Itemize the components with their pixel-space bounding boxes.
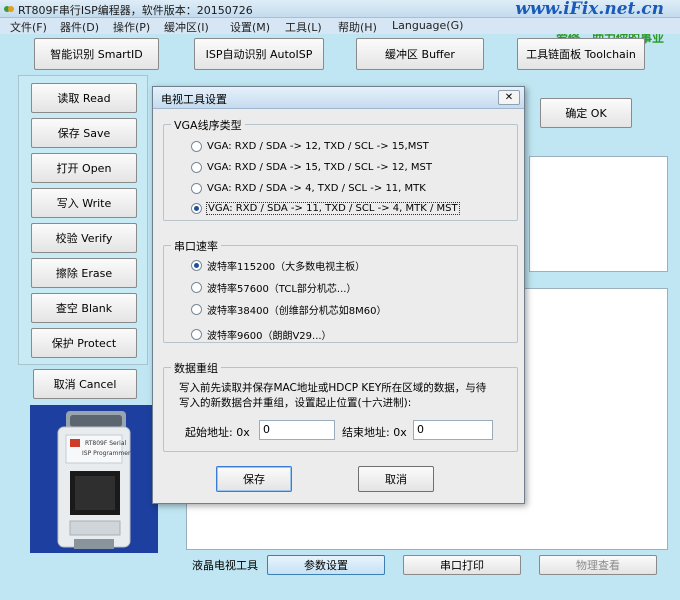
menu-buffer[interactable]: 缓冲区(I) (164, 19, 209, 35)
vga-option-4-label: VGA: RXD / SDA -> 11, TXD / SCL -> 4, MT… (206, 202, 460, 215)
cancel-operation-button[interactable]: 取消 Cancel (33, 369, 137, 399)
dialog-cancel-button[interactable]: 取消 (358, 466, 434, 492)
tab-parameter-settings[interactable]: 参数设置 (267, 555, 385, 575)
start-address-label: 起始地址: 0x (185, 426, 250, 439)
radio-icon[interactable] (191, 162, 202, 173)
data-description-line1: 写入前先读取并保存MAC地址或HDCP KEY所在区域的数据，与待 (179, 382, 487, 394)
write-button[interactable]: 写入 Write (31, 188, 137, 218)
vga-group-title: VGA线序类型 (171, 117, 245, 133)
info-output-box (529, 156, 668, 272)
dialog-titlebar: 电视工具设置 ✕ (153, 87, 524, 109)
radio-icon[interactable] (191, 183, 202, 194)
vga-option-2[interactable]: VGA: RXD / SDA -> 15, TXD / SCL -> 12, M… (191, 162, 432, 173)
autoisp-button[interactable]: ISP自动识别 AutoISP (194, 38, 324, 70)
menu-file[interactable]: 文件(F) (10, 19, 47, 35)
vga-option-2-label: VGA: RXD / SDA -> 15, TXD / SCL -> 12, M… (207, 162, 432, 173)
lcd-tv-tools-label: 液晶电视工具 (192, 559, 258, 572)
smartid-button[interactable]: 智能识别 SmartID (34, 38, 159, 70)
dialog-title: 电视工具设置 (161, 93, 227, 106)
menu-help[interactable]: 帮助(H) (338, 19, 377, 35)
read-button[interactable]: 读取 Read (31, 83, 137, 113)
baud-option-3-label: 波特率38400（创维部分机芯如8M60） (207, 306, 387, 317)
start-address-input[interactable]: 0 (259, 420, 335, 440)
dialog-close-icon[interactable]: ✕ (498, 90, 520, 105)
baud-option-9600[interactable]: 波特率9600（朗朗V29...） (191, 327, 332, 342)
menu-settings[interactable]: 设置(M) (230, 19, 270, 35)
end-address-input[interactable]: 0 (413, 420, 493, 440)
baud-option-115200[interactable]: 波特率115200（大多数电视主板） (191, 258, 365, 273)
buffer-button[interactable]: 缓冲区 Buffer (356, 38, 484, 70)
erase-button[interactable]: 擦除 Erase (31, 258, 137, 288)
vga-option-1[interactable]: VGA: RXD / SDA -> 12, TXD / SCL -> 15,MS… (191, 141, 429, 152)
radio-icon[interactable] (191, 282, 202, 293)
vga-option-4[interactable]: VGA: RXD / SDA -> 11, TXD / SCL -> 4, MT… (191, 202, 460, 215)
radio-icon[interactable] (191, 304, 202, 315)
menu-tools[interactable]: 工具(L) (285, 19, 322, 35)
protect-button[interactable]: 保护 Protect (31, 328, 137, 358)
radio-checked-icon[interactable] (191, 260, 202, 271)
device-label-model: ISP Programmer (82, 450, 131, 457)
menu-bar: 文件(F) 器件(D) 操作(P) 缓冲区(I) 设置(M) 工具(L) 帮助(… (0, 18, 680, 34)
watermark-url: www.iFix.net.cn (515, 0, 664, 19)
menu-operation[interactable]: 操作(P) (113, 19, 150, 35)
baud-option-57600[interactable]: 波特率57600（TCL部分机芯...） (191, 280, 356, 295)
data-description-line2: 写入的新数据合并重组，设置起止位置(十六进制): (179, 397, 412, 409)
app-icon (4, 6, 14, 12)
blank-check-button[interactable]: 查空 Blank (31, 293, 137, 323)
data-group-title: 数据重组 (171, 360, 221, 376)
open-button[interactable]: 打开 Open (31, 153, 137, 183)
programmer-photo: RT809F Serial ISP Programmer (30, 405, 158, 553)
radio-checked-icon[interactable] (191, 203, 202, 214)
vga-option-1-label: VGA: RXD / SDA -> 12, TXD / SCL -> 15,MS… (207, 141, 429, 152)
baud-option-38400[interactable]: 波特率38400（创维部分机芯如8M60） (191, 302, 387, 317)
programmer-device-image (30, 405, 158, 553)
radio-icon[interactable] (191, 141, 202, 152)
window-title: RT809F串行ISP编程器，软件版本：20150726 (18, 4, 253, 17)
verify-button[interactable]: 校验 Verify (31, 223, 137, 253)
save-button[interactable]: 保存 Save (31, 118, 137, 148)
menu-language[interactable]: Language(G) (392, 19, 463, 32)
device-label-brand: RT809F Serial (85, 440, 127, 447)
ok-button[interactable]: 确定 OK (540, 98, 632, 128)
baud-option-2-label: 波特率57600（TCL部分机芯...） (207, 284, 357, 295)
tab-physical-view[interactable]: 物理查看 (539, 555, 657, 575)
tv-tool-settings-dialog: 电视工具设置 ✕ VGA线序类型 VGA: RXD / SDA -> 12, T… (152, 86, 525, 504)
tab-serial-print[interactable]: 串口打印 (403, 555, 521, 575)
menu-device[interactable]: 器件(D) (60, 19, 99, 35)
vga-option-3[interactable]: VGA: RXD / SDA -> 4, TXD / SCL -> 11, MT… (191, 183, 426, 194)
baud-option-4-label: 波特率9600（朗朗V29...） (207, 331, 332, 342)
baud-option-1-label: 波特率115200（大多数电视主板） (207, 262, 366, 273)
end-address-label: 结束地址: 0x (342, 426, 407, 439)
toolchain-button[interactable]: 工具链面板 Toolchain (517, 38, 645, 70)
dialog-save-button[interactable]: 保存 (216, 466, 292, 492)
baud-group-title: 串口速率 (171, 238, 221, 254)
vga-option-3-label: VGA: RXD / SDA -> 4, TXD / SCL -> 11, MT… (207, 183, 426, 194)
radio-icon[interactable] (191, 329, 202, 340)
